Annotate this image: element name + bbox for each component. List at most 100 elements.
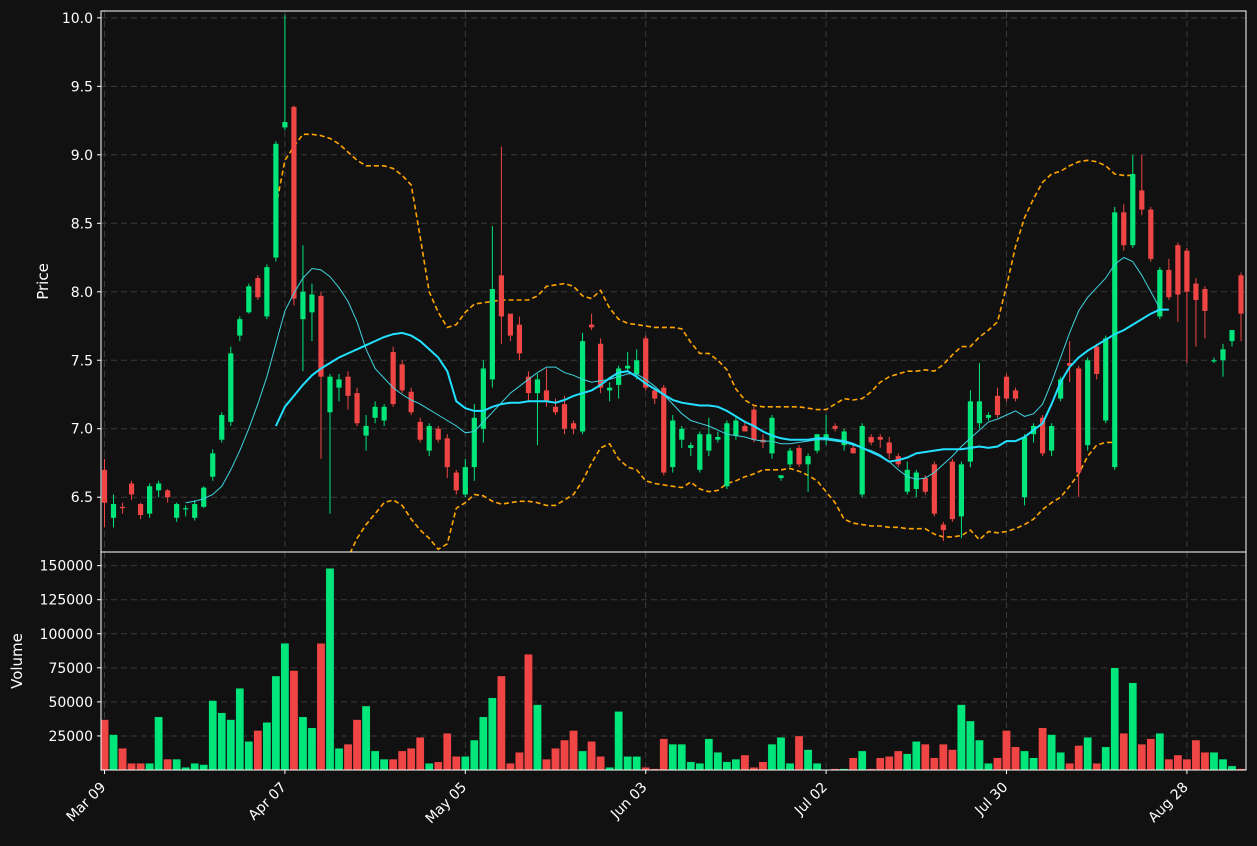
price-ytick-label: 10.0 <box>62 11 93 27</box>
candle-body <box>1012 390 1019 399</box>
volume-bar <box>280 643 290 770</box>
candle-body <box>309 294 315 313</box>
volume-bar <box>857 750 867 770</box>
candle-body <box>471 417 477 468</box>
candle-body <box>1103 338 1109 421</box>
candle-body <box>868 436 874 443</box>
candle <box>1112 206 1118 470</box>
volume-bar <box>118 748 127 770</box>
candle-body <box>625 365 631 369</box>
candle-body <box>444 438 450 468</box>
volume-bar <box>289 670 299 770</box>
volume-bar <box>1101 746 1111 770</box>
candle <box>697 431 703 473</box>
price-axis-title: Price <box>34 263 52 300</box>
volume-bar <box>235 688 245 770</box>
candle-body <box>706 434 712 451</box>
volume-bar <box>190 762 200 770</box>
volume-bar <box>1038 727 1047 770</box>
volume-bar <box>217 712 227 770</box>
volume-bar <box>397 750 407 770</box>
candle-body <box>850 447 856 454</box>
volume-bar <box>1155 733 1165 770</box>
price-ytick-label: 7.5 <box>71 353 93 369</box>
candle-body <box>679 428 685 440</box>
volume-bar <box>406 748 416 770</box>
candle-body <box>327 376 333 413</box>
candle-body <box>318 295 324 377</box>
candle <box>949 458 955 522</box>
volume-bar <box>271 675 281 770</box>
candle <box>967 390 974 468</box>
candle <box>1085 357 1091 451</box>
volume-bar <box>893 750 903 770</box>
volume-bar <box>343 743 353 770</box>
volume-bar <box>1128 682 1138 770</box>
candle-body <box>1076 368 1082 473</box>
volume-bar <box>145 762 154 770</box>
candle-body <box>904 469 910 492</box>
volume-bar <box>172 758 181 770</box>
candle <box>796 445 802 468</box>
volume-bar <box>966 720 975 770</box>
candle-body <box>1021 436 1028 498</box>
candle-body <box>417 421 423 440</box>
volume-bar <box>1029 757 1038 770</box>
candle <box>264 264 270 320</box>
candle-body <box>588 324 595 328</box>
candle <box>228 346 234 426</box>
candle-body <box>453 472 459 491</box>
volume-ytick-label: 25000 <box>48 729 93 745</box>
candlestick-chart: 6.5 7.0 7.5 8.0 8.5 9.0 9.5 10.0 25000 50000 75000… <box>0 0 1257 842</box>
candle-body <box>859 425 865 495</box>
volume-bar <box>921 743 930 770</box>
candle-body <box>805 456 811 465</box>
candle <box>255 275 261 300</box>
candle-body <box>300 291 306 320</box>
volume-bar <box>848 757 858 770</box>
candle-body <box>877 436 883 440</box>
candle-body <box>183 508 189 510</box>
candle-body <box>1175 245 1181 295</box>
volume-bar <box>253 730 263 770</box>
candle-body <box>408 391 414 413</box>
candle <box>399 360 405 394</box>
volume-bar <box>569 730 578 770</box>
volume-bar <box>109 734 118 770</box>
volume-bar <box>1200 752 1210 770</box>
price-ytick-label: 6.5 <box>71 490 93 506</box>
volume-bar <box>470 739 479 770</box>
candle <box>390 346 396 407</box>
candle-body <box>128 483 135 495</box>
volume-bar <box>1011 746 1020 770</box>
volume-bar <box>551 748 560 770</box>
volume-bar <box>794 735 804 770</box>
volume-bar <box>352 719 362 770</box>
candle-body <box>1003 376 1010 399</box>
candle-body <box>652 390 658 399</box>
candle-body <box>994 395 1001 416</box>
volume-bar <box>884 756 894 770</box>
volume-bar <box>957 704 966 770</box>
volume-bar <box>1083 737 1092 770</box>
candle-body <box>670 420 676 468</box>
candle-body <box>1229 330 1235 342</box>
candle-body <box>228 353 234 422</box>
candle-body <box>381 406 387 421</box>
volume-bar <box>767 743 777 770</box>
candle-body <box>579 341 586 432</box>
candle-body <box>832 425 838 429</box>
candle-body <box>543 390 550 402</box>
price-ytick-label: 8.5 <box>71 216 93 232</box>
volume-bar <box>370 750 380 770</box>
candle-body <box>1193 283 1199 300</box>
volume-bar <box>713 752 723 770</box>
volume-bar <box>1182 758 1192 770</box>
volume-ytick-label: 50000 <box>48 695 93 711</box>
candle-body <box>697 434 703 470</box>
candle-body <box>976 401 983 424</box>
volume-bar <box>316 643 326 770</box>
candle-body <box>282 121 288 128</box>
volume-bar <box>379 758 389 770</box>
candle-body <box>291 106 297 299</box>
